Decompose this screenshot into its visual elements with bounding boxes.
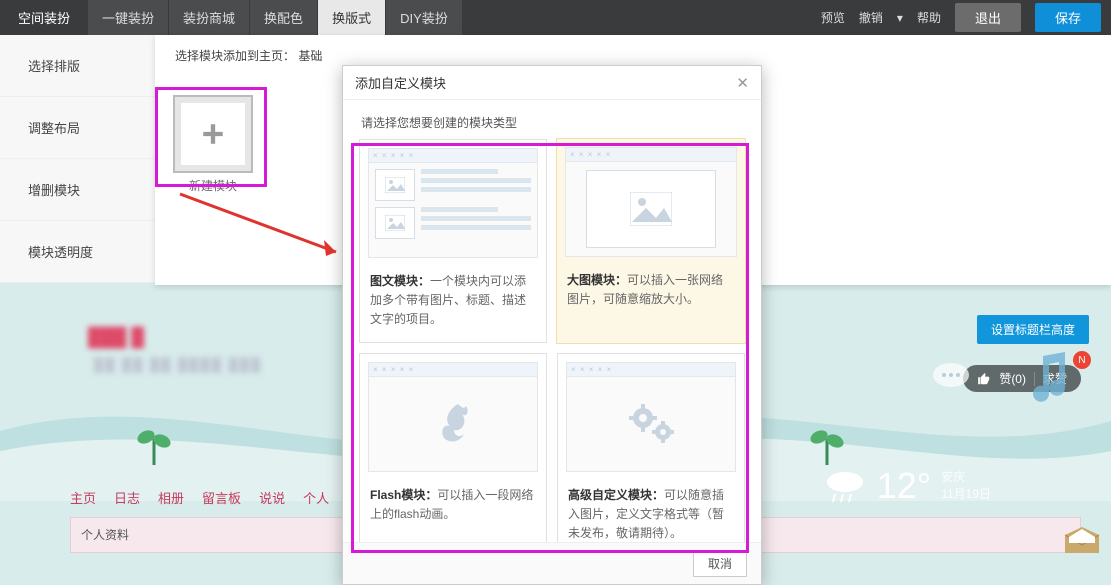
image-icon (630, 192, 672, 226)
nav-home[interactable]: 主页 (70, 488, 96, 507)
dialog-subtitle: 请选择您想要创建的模块类型 (343, 100, 761, 139)
thumb-up-icon (977, 372, 991, 386)
card-advanced[interactable]: × × × × × 高级自定义模块：可以随意插入图片，定义文字格式等（暂未发布，… (557, 353, 745, 557)
sidebar-item-layout[interactable]: 选择排版 (0, 35, 155, 97)
card-flash[interactable]: × × × × × Flash模块：可以插入一段网络上的flash动画。 (359, 353, 547, 557)
tab-layout[interactable]: 换版式 (318, 0, 386, 35)
card-title: 高级自定义模块： (568, 488, 664, 502)
blurred-subtitle: ██ ██ ██ ████ ███ (94, 357, 262, 372)
like-count: 赞(0) (999, 370, 1026, 387)
flash-icon (430, 400, 476, 446)
plant-left-icon (130, 415, 178, 471)
add-module-dialog: 添加自定义模块 ✕ 请选择您想要创建的模块类型 × × × × × 图文模块：一… (342, 65, 762, 585)
sidebar-item-adjust[interactable]: 调整布局 (0, 97, 155, 159)
card-big-image[interactable]: × × × × × 大图模块：可以插入一张网络图片，可随意缩放大小。 (557, 139, 745, 343)
image-icon (385, 177, 405, 193)
sidebar-item-modules[interactable]: 增删模块 (0, 159, 155, 221)
weather-widget: 12° 安庆 11月19日 (823, 465, 991, 507)
temperature: 12° (877, 465, 931, 507)
gears-icon (621, 400, 681, 446)
exit-button[interactable]: 退出 (955, 3, 1021, 32)
undo-caret-icon[interactable]: ▾ (897, 11, 903, 25)
undo-link[interactable]: 撤销 (859, 9, 883, 26)
tab-onekey[interactable]: 一键装扮 (88, 0, 169, 35)
card-title: 大图模块： (567, 273, 627, 287)
nav-shuoshuo[interactable]: 说说 (259, 488, 285, 507)
weather-city: 安庆 (941, 469, 991, 486)
card-title: 图文模块： (370, 274, 430, 288)
save-button[interactable]: 保存 (1035, 3, 1101, 32)
chat-bubble-icon (931, 361, 971, 393)
card-title: Flash模块： (370, 488, 437, 502)
tab-diy[interactable]: DIY装扮 (386, 0, 463, 35)
sidebar-item-opacity[interactable]: 模块透明度 (0, 221, 155, 283)
top-tabs: 一键装扮 装扮商城 换配色 换版式 DIY装扮 (88, 0, 463, 35)
tab-mall[interactable]: 装扮商城 (169, 0, 250, 35)
nav-personal[interactable]: 个人 (303, 488, 329, 507)
plus-icon (200, 121, 226, 147)
help-link[interactable]: 帮助 (917, 9, 941, 26)
notification-badge: N (1073, 351, 1091, 369)
image-icon (385, 215, 405, 231)
dialog-title: 添加自定义模块 (355, 73, 446, 92)
sidebar: 选择排版 调整布局 增删模块 模块透明度 (0, 35, 155, 283)
tab-color[interactable]: 换配色 (250, 0, 318, 35)
plant-right-icon (803, 415, 851, 471)
nav-album[interactable]: 相册 (158, 488, 184, 507)
page-nav: 主页 日志 相册 留言板 说说 个人 (70, 488, 329, 507)
new-module-caption: 新建模块 (160, 177, 266, 194)
nav-msgboard[interactable]: 留言板 (202, 488, 241, 507)
envelope-icon[interactable] (1063, 525, 1101, 555)
close-icon[interactable]: ✕ (736, 74, 749, 92)
set-title-height-button[interactable]: 设置标题栏高度 (977, 315, 1089, 344)
cancel-button[interactable]: 取消 (693, 550, 747, 577)
new-module-tile[interactable]: 新建模块 (160, 95, 266, 185)
preview-link[interactable]: 预览 (821, 9, 845, 26)
card-image-text[interactable]: × × × × × 图文模块：一个模块内可以添加多个带有图片、标题、描述文字的项… (359, 139, 547, 343)
weather-date: 11月19日 (941, 486, 991, 503)
topbar: 空间装扮 一键装扮 装扮商城 换配色 换版式 DIY装扮 预览 撤销 ▾ 帮助 … (0, 0, 1111, 35)
music-note-icon (1025, 350, 1073, 406)
rain-cloud-icon (823, 468, 867, 504)
blurred-title: ███ █ (88, 327, 144, 348)
app-title: 空间装扮 (0, 8, 88, 27)
nav-blog[interactable]: 日志 (114, 488, 140, 507)
